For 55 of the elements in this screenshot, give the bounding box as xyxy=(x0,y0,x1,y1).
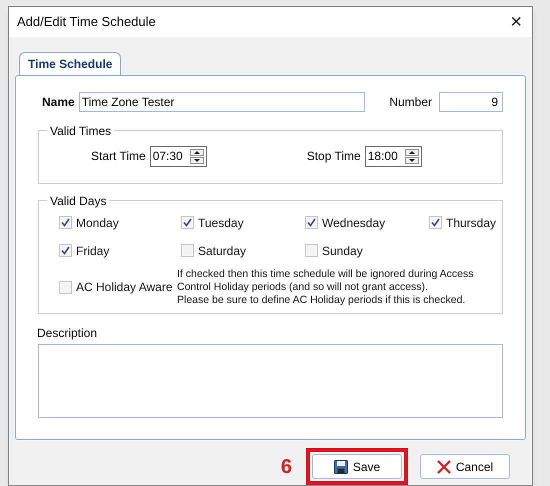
check-icon xyxy=(431,218,440,228)
checkbox[interactable] xyxy=(181,216,194,230)
day-checkbox[interactable]: Saturday xyxy=(181,242,305,260)
day-checkbox[interactable]: Wednesday xyxy=(305,214,429,232)
help-text: If checked then this time schedule will be ignored during Access xyxy=(177,268,474,281)
day-checkbox[interactable]: Sunday xyxy=(305,242,429,260)
group-title: Valid Times xyxy=(49,122,112,140)
spin-up-icon[interactable] xyxy=(404,148,419,156)
checkbox[interactable] xyxy=(181,244,194,258)
time-label: Stop Time xyxy=(306,148,361,166)
checkbox-label: Tuesday xyxy=(198,214,244,232)
name-field[interactable]: Time Zone Tester xyxy=(78,92,365,112)
number-label: Number xyxy=(389,94,432,111)
checkbox[interactable] xyxy=(305,244,318,258)
spin-up-icon[interactable] xyxy=(190,148,204,156)
spin-down-icon[interactable] xyxy=(404,156,419,164)
cancel-button[interactable]: Cancel xyxy=(420,454,510,479)
number-field[interactable]: 9 xyxy=(439,92,503,112)
tab[interactable]: Time Schedule xyxy=(19,52,122,75)
time-spinner[interactable]: 18:00 xyxy=(364,146,422,167)
checkbox-label: Saturday xyxy=(198,242,246,260)
day-checkbox[interactable]: Thursday xyxy=(429,214,496,232)
checkbox[interactable] xyxy=(429,216,442,230)
checkbox[interactable] xyxy=(305,216,318,230)
checkbox-label: Sunday xyxy=(322,242,363,260)
checkbox-label: AC Holiday Aware xyxy=(76,279,172,296)
time-label: Start Time xyxy=(91,148,146,166)
day-checkbox[interactable]: Friday xyxy=(59,242,181,260)
close-button[interactable]: × xyxy=(506,12,526,32)
help-text: Please be sure to define AC Holiday periods if this is checked. xyxy=(177,294,466,307)
check-icon xyxy=(61,218,70,228)
check-icon xyxy=(61,246,70,256)
check-icon xyxy=(307,218,316,228)
day-checkbox[interactable]: Monday xyxy=(59,214,181,232)
save-button[interactable]: Save xyxy=(312,454,402,479)
description-field[interactable] xyxy=(38,344,503,418)
time-spinner[interactable]: 07:30 xyxy=(150,146,207,167)
day-checkbox[interactable]: Tuesday xyxy=(181,214,305,232)
checkbox-label: Wednesday xyxy=(322,214,386,232)
close-icon xyxy=(436,460,451,474)
checkbox[interactable] xyxy=(59,280,72,294)
name-label: Name xyxy=(42,94,75,111)
checkbox-label: Friday xyxy=(76,242,110,260)
window-title: Add/Edit Time Schedule xyxy=(17,13,156,32)
checkbox-label: Monday xyxy=(76,214,119,232)
group-title: Valid Days xyxy=(49,192,108,210)
day-checkbox[interactable]: AC Holiday Aware xyxy=(59,278,177,296)
spin-down-icon[interactable] xyxy=(190,156,204,164)
description-label: Description xyxy=(37,324,98,342)
checkbox[interactable] xyxy=(59,216,72,230)
help-text: Control Holiday periods (and so will not grant access). xyxy=(177,280,429,294)
check-icon xyxy=(183,218,192,228)
checkbox[interactable] xyxy=(59,244,72,258)
step-number: 6 xyxy=(280,454,292,480)
checkbox-label: Thursday xyxy=(446,214,496,232)
